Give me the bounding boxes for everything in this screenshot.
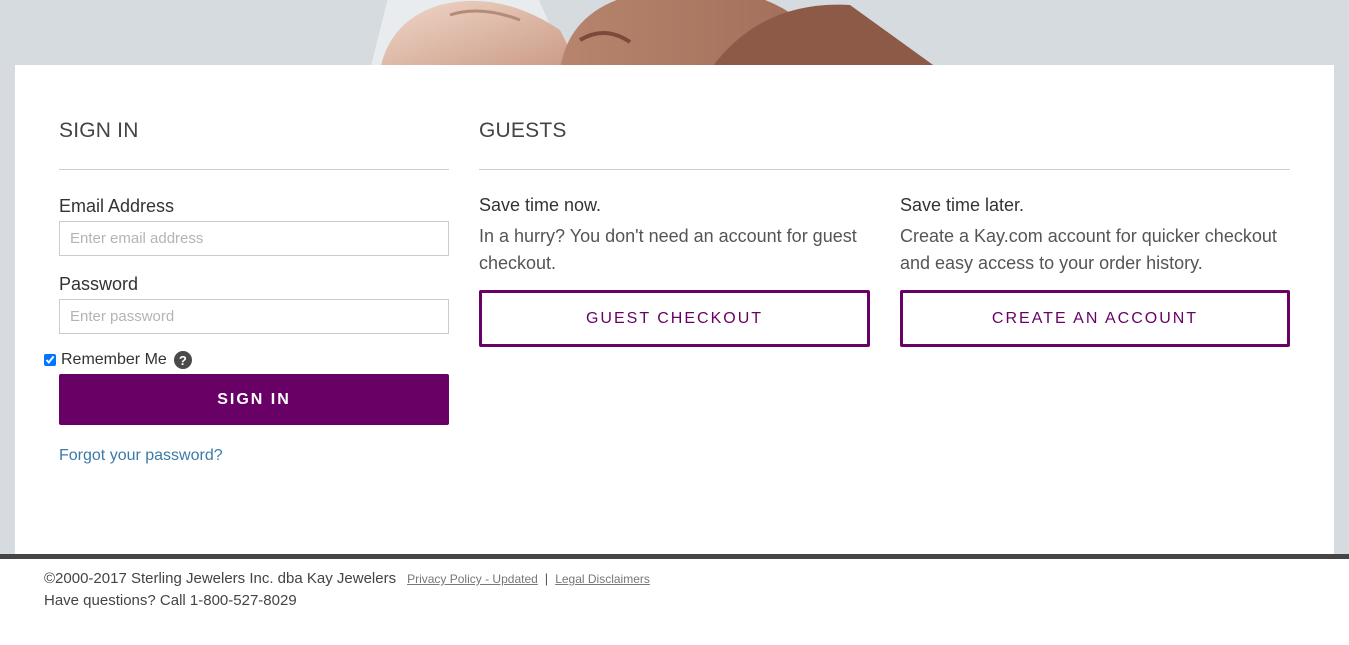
- email-label: Email Address: [59, 196, 175, 216]
- guests-title: GUESTS: [479, 119, 567, 142]
- legal-disclaimers-link[interactable]: Legal Disclaimers: [555, 572, 650, 586]
- guests-divider: [479, 169, 1290, 170]
- save-time-now-text: In a hurry? You don't need an account fo…: [479, 226, 857, 273]
- guest-checkout-button[interactable]: GUEST CHECKOUT: [479, 290, 870, 347]
- password-label: Password: [59, 274, 139, 294]
- save-time-later-text: Create a Kay.com account for quicker che…: [900, 226, 1277, 273]
- hero-couple-photo: [370, 0, 940, 70]
- save-time-now-title: Save time now.: [479, 195, 602, 215]
- help-icon[interactable]: ?: [173, 351, 192, 369]
- save-time-later-title: Save time later.: [900, 195, 1025, 215]
- privacy-policy-link[interactable]: Privacy Policy - Updated: [407, 572, 538, 586]
- forgot-password-link[interactable]: Forgot your password?: [59, 447, 223, 465]
- questions-text: Have questions? Call 1-800-527-8029: [44, 592, 297, 609]
- sign-in-button[interactable]: SIGN IN: [59, 374, 449, 425]
- remember-me-checkbox[interactable]: [44, 354, 56, 366]
- copyright-text: ©2000-2017 Sterling Jewelers Inc. dba Ka…: [44, 570, 397, 587]
- footer-divider-bar: [0, 554, 1349, 559]
- remember-me-label: Remember Me: [61, 351, 167, 368]
- email-field[interactable]: [59, 221, 449, 256]
- create-account-button[interactable]: CREATE AN ACCOUNT: [900, 290, 1290, 347]
- signin-card: SIGN IN Email Address Password Remember …: [15, 65, 1334, 555]
- footer: ©2000-2017 Sterling Jewelers Inc. dba Ka…: [44, 570, 650, 614]
- remember-me-row: Remember Me ?: [44, 351, 192, 369]
- signin-title: SIGN IN: [59, 119, 139, 142]
- footer-separator: |: [544, 571, 549, 586]
- signin-divider: [59, 169, 449, 170]
- password-field[interactable]: [59, 299, 449, 334]
